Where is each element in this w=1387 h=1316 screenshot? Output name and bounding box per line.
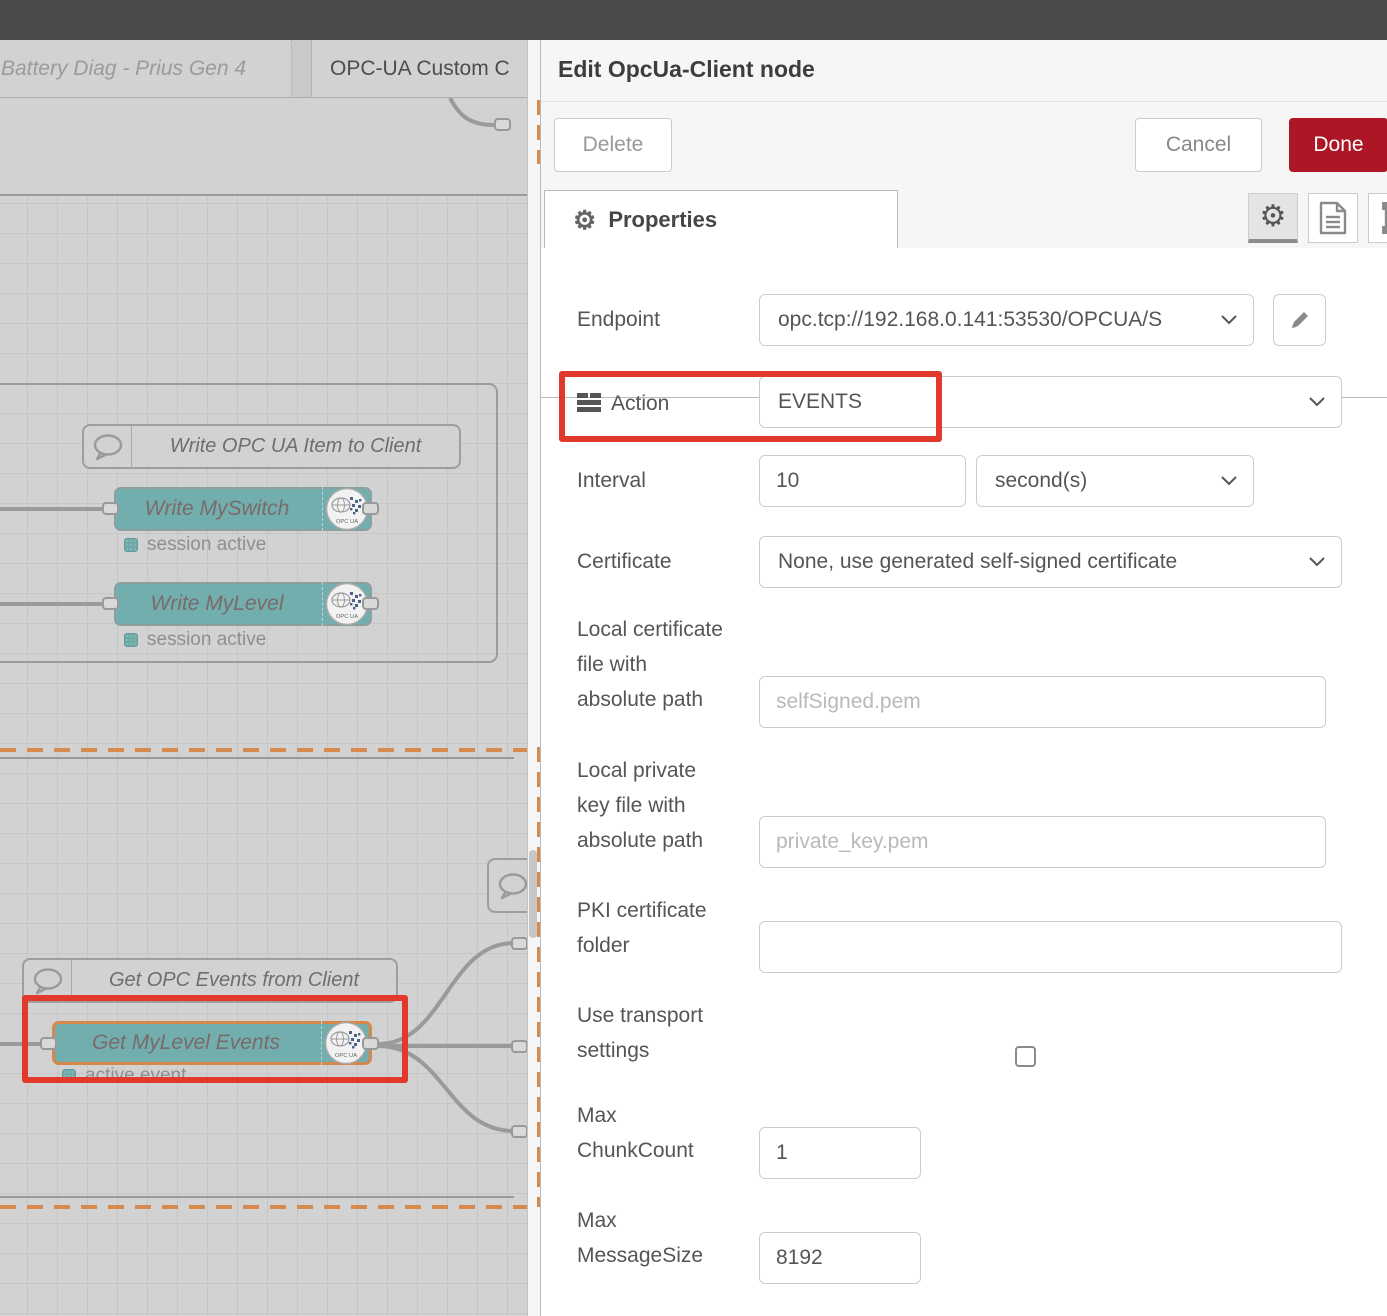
opcua-badge-text: OPC UA [335, 614, 357, 620]
hidden-node-input-port[interactable] [511, 1040, 527, 1053]
endpoint-value: opc.tcp://192.168.0.141:53530/OPCUA/S [778, 308, 1162, 332]
done-button[interactable]: Done [1289, 118, 1387, 172]
cancel-button[interactable]: Cancel [1135, 118, 1262, 172]
hidden-node-input-port[interactable] [511, 1125, 527, 1138]
status-dot [124, 633, 138, 647]
node-appearance-icon [1378, 200, 1387, 236]
gear-icon: ⚙ [573, 207, 596, 233]
app-header-bar [0, 0, 1387, 40]
comment-node-clipped[interactable] [487, 858, 527, 913]
chevron-down-icon [1309, 397, 1325, 407]
tab-label: OPC-UA Custom C [330, 57, 510, 81]
interval-label: Interval [577, 463, 646, 498]
properties-icon-button[interactable]: ⚙ [1248, 193, 1298, 243]
interval-unit-value: second(s) [995, 469, 1087, 493]
document-icon [1319, 201, 1347, 235]
status-dot [124, 538, 138, 552]
group-border-line [0, 1196, 514, 1198]
group-selection-dash-top [0, 748, 527, 752]
tab-label: Battery Diag - Prius Gen 4 [1, 57, 246, 81]
tray-buttonbar: Delete Cancel Done [541, 102, 1387, 190]
certificate-label: Certificate [577, 544, 672, 579]
comment-bubble-icon [489, 860, 527, 911]
edit-endpoint-button[interactable] [1273, 294, 1326, 346]
node-output-port[interactable] [362, 597, 379, 610]
status-label: session active [147, 534, 266, 556]
tray-titlebar: Edit OpcUa-Client node [541, 40, 1387, 102]
local-cert-input[interactable] [759, 676, 1326, 728]
chevron-down-icon [1309, 557, 1325, 567]
flow-tabbar: Battery Diag - Prius Gen 4 OPC-UA Custom… [0, 40, 540, 98]
pki-folder-input[interactable] [759, 921, 1342, 973]
node-input-port[interactable] [102, 502, 119, 515]
max-chunk-input[interactable] [759, 1127, 921, 1179]
pencil-icon [1289, 309, 1311, 331]
endpoint-label: Endpoint [577, 302, 660, 337]
private-key-input[interactable] [759, 816, 1326, 868]
comment-label: Write OPC UA Item to Client [132, 426, 459, 467]
node-status: session active [124, 629, 266, 651]
gear-icon: ⚙ [1260, 202, 1287, 232]
group-border-line [0, 757, 514, 759]
description-icon-button[interactable] [1308, 193, 1358, 243]
status-label: session active [147, 629, 266, 651]
node-write-myswitch[interactable]: Write MySwitch OPC UA [114, 487, 372, 531]
delete-button[interactable]: Delete [554, 118, 672, 172]
scrollbar-thumb[interactable] [529, 850, 537, 938]
certificate-select[interactable]: None, use generated self-signed certific… [759, 536, 1342, 588]
transport-label: Use transport settings [577, 998, 767, 1068]
certificate-value: None, use generated self-signed certific… [778, 550, 1177, 574]
opcua-badge-text: OPC UA [335, 519, 357, 525]
comment-node-write[interactable]: Write OPC UA Item to Client [82, 424, 461, 469]
chevron-down-icon [1221, 315, 1237, 325]
private-key-label: Local private key file with absolute pat… [577, 753, 767, 858]
tab-flow-battery-diag[interactable]: Battery Diag - Prius Gen 4 [0, 40, 292, 98]
tray-title: Edit OpcUa-Client node [558, 56, 815, 83]
transport-checkbox[interactable] [1015, 1046, 1036, 1067]
highlight-box-node [22, 995, 408, 1083]
max-chunk-label: Max ChunkCount [577, 1098, 767, 1168]
highlight-box-action [559, 371, 942, 442]
node-label: Write MyLevel [116, 592, 322, 616]
hidden-node-input-port[interactable] [494, 118, 511, 131]
interval-input[interactable] [759, 455, 966, 507]
endpoint-select[interactable]: opc.tcp://192.168.0.141:53530/OPCUA/S [759, 294, 1254, 346]
interval-unit-select[interactable]: second(s) [976, 455, 1254, 507]
node-output-port[interactable] [362, 502, 379, 515]
canvas-tray-divider[interactable] [527, 40, 540, 1316]
hidden-node-input-port[interactable] [511, 937, 527, 950]
chevron-down-icon [1221, 476, 1237, 486]
node-status: session active [124, 534, 266, 556]
flow-canvas[interactable]: Write OPC UA Item to Client Write MySwit… [0, 98, 527, 1316]
appearance-icon-button[interactable] [1368, 193, 1387, 243]
node-label: Write MySwitch [116, 497, 322, 521]
pki-folder-label: PKI certificate folder [577, 893, 767, 963]
edit-node-tray: Edit OpcUa-Client node Delete Cancel Don… [540, 40, 1387, 1316]
max-msg-input[interactable] [759, 1232, 921, 1284]
comment-bubble-icon [84, 426, 132, 467]
node-red-app: Battery Diag - Prius Gen 4 OPC-UA Custom… [0, 0, 1387, 1316]
node-input-port[interactable] [102, 597, 119, 610]
wires-layer [0, 98, 527, 1316]
node-write-mylevel[interactable]: Write MyLevel OPC UA [114, 582, 372, 626]
local-cert-label: Local certificate file with absolute pat… [577, 612, 767, 717]
tab-flow-opcua-custom[interactable]: OPC-UA Custom C [311, 40, 540, 98]
tab-properties[interactable]: ⚙ Properties [544, 190, 898, 248]
group-selection-dash-bottom [0, 1205, 527, 1209]
tab-properties-label: Properties [608, 207, 717, 233]
max-msg-label: Max MessageSize [577, 1203, 767, 1273]
